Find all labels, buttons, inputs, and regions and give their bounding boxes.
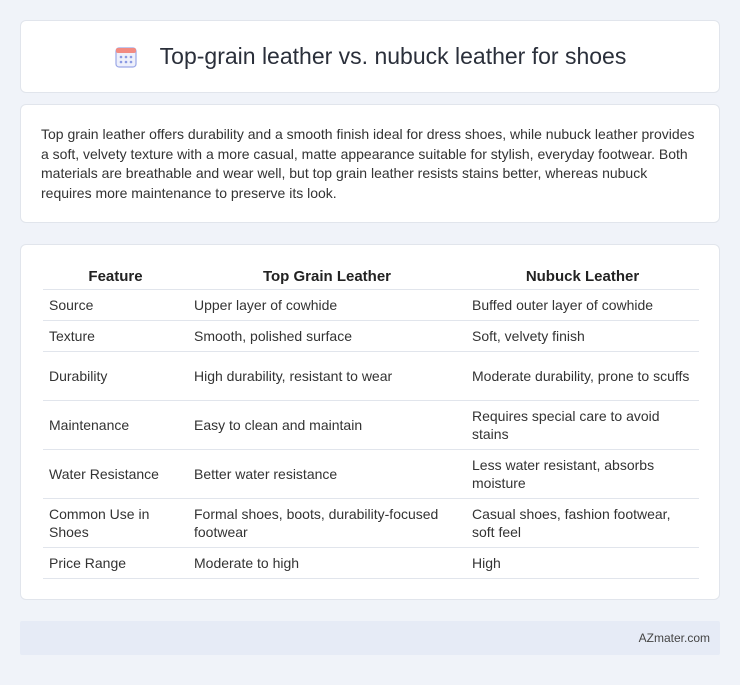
page-title: Top-grain leather vs. nubuck leather for…	[159, 43, 627, 69]
header-top-grain: Top Grain Leather	[188, 267, 466, 290]
table-row: Durability High durability, resistant to…	[43, 351, 699, 401]
comparison-table-card: Feature Top Grain Leather Nubuck Leather…	[20, 244, 720, 600]
table-row: Texture Smooth, polished surface Soft, v…	[43, 320, 699, 352]
table-cell: Buffed outer layer of cowhide	[466, 289, 699, 321]
table-cell: Common Use in Shoes	[43, 498, 188, 548]
title-card: Top-grain leather vs. nubuck leather for…	[20, 20, 720, 93]
table-cell: Source	[43, 289, 188, 321]
comparison-table: Feature Top Grain Leather Nubuck Leather…	[43, 267, 699, 579]
table-cell: Moderate durability, prone to scuffs	[466, 351, 699, 401]
table-cell: Better water resistance	[188, 449, 466, 499]
table-cell: Maintenance	[43, 400, 188, 450]
table-cell: Durability	[43, 351, 188, 401]
table-cell: Casual shoes, fashion footwear, soft fee…	[466, 498, 699, 548]
table-cell: Less water resistant, absorbs moisture	[466, 449, 699, 499]
footer-site-label: AZmater.com	[638, 631, 710, 645]
table-cell: Price Range	[43, 547, 188, 579]
calendar-icon	[114, 45, 138, 69]
table-cell: High durability, resistant to wear	[188, 351, 466, 401]
table-row: Source Upper layer of cowhide Buffed out…	[43, 289, 699, 321]
summary-text: Top grain leather offers durability and …	[41, 126, 695, 201]
table-cell: Soft, velvety finish	[466, 320, 699, 352]
table-cell: High	[466, 547, 699, 579]
header-feature: Feature	[43, 267, 188, 290]
table-row: Water Resistance Better water resistance…	[43, 449, 699, 499]
table-cell: Upper layer of cowhide	[188, 289, 466, 321]
table-row: Common Use in Shoes Formal shoes, boots,…	[43, 498, 699, 548]
table-cell: Water Resistance	[43, 449, 188, 499]
table-cell: Requires special care to avoid stains	[466, 400, 699, 450]
table-cell: Smooth, polished surface	[188, 320, 466, 352]
table-row: Price Range Moderate to high High	[43, 547, 699, 579]
table-row: Maintenance Easy to clean and maintain R…	[43, 400, 699, 450]
table-cell: Formal shoes, boots, durability-focused …	[188, 498, 466, 548]
summary-card: Top grain leather offers durability and …	[20, 104, 720, 223]
table-header-row: Feature Top Grain Leather Nubuck Leather	[43, 267, 699, 290]
table-cell: Moderate to high	[188, 547, 466, 579]
table-cell: Easy to clean and maintain	[188, 400, 466, 450]
header-nubuck: Nubuck Leather	[466, 267, 699, 290]
table-cell: Texture	[43, 320, 188, 352]
footer: AZmater.com	[20, 621, 720, 655]
